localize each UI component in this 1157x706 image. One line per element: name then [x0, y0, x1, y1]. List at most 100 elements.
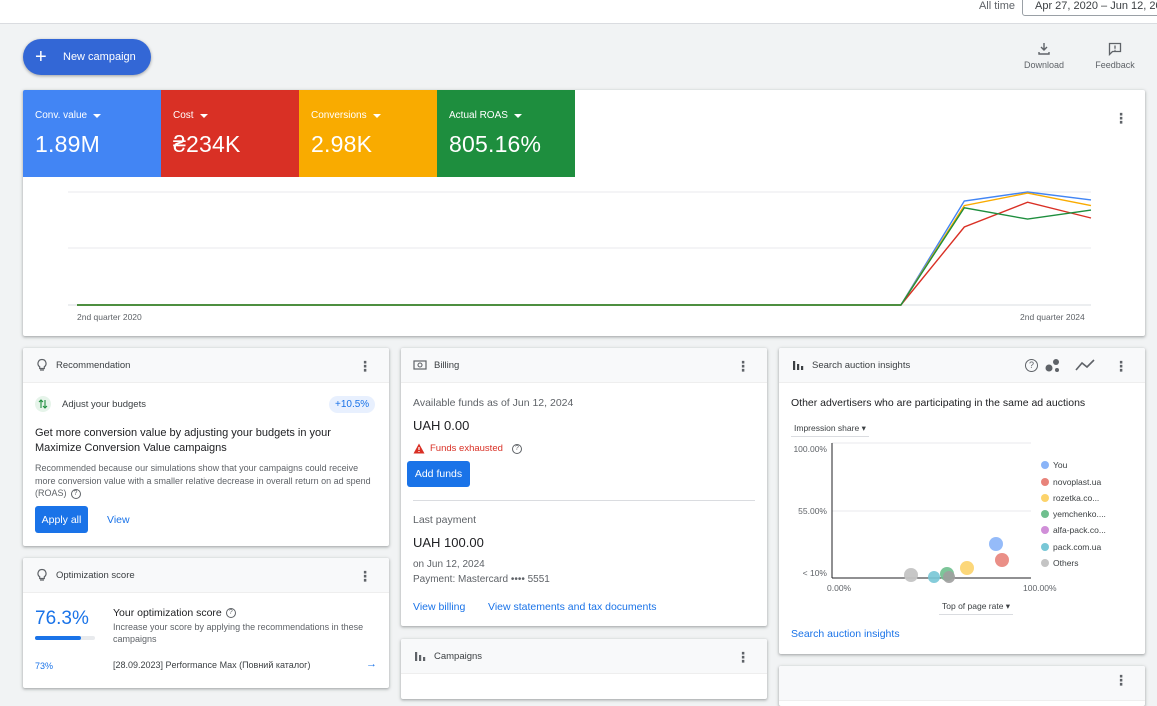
legend-yemchenko[interactable]: yemchenko.... [1041, 509, 1106, 519]
legend-alfa-pack[interactable]: alfa-pack.co... [1041, 525, 1106, 535]
dropdown-icon [199, 113, 208, 118]
legend-label: novoplast.ua [1053, 477, 1102, 487]
card-title: Campaigns [434, 651, 483, 662]
line-chart-icon[interactable] [1075, 358, 1095, 372]
campaign-score: 73% [35, 661, 54, 671]
bubble-chart-icon[interactable] [1044, 357, 1062, 373]
legend-you[interactable]: You [1041, 460, 1067, 470]
x-axis-start-label: 2nd quarter 2020 [77, 312, 142, 322]
uplift-badge: +10.5% [329, 396, 376, 413]
auction-insights-link[interactable]: Search auction insights [791, 628, 900, 640]
apply-all-button[interactable]: Apply all [35, 506, 88, 533]
more-options-icon[interactable]: ⋮ [735, 358, 751, 374]
billing-icon [413, 360, 427, 370]
warning-icon [413, 443, 425, 454]
view-billing-link[interactable]: View billing [413, 601, 465, 613]
more-options-icon[interactable]: ⋮ [1113, 672, 1129, 688]
download-button[interactable]: Download [1014, 42, 1074, 70]
more-options-icon[interactable]: ⋮ [357, 358, 373, 374]
score-bar-fill [35, 636, 81, 640]
metric-value: 2.98K [311, 131, 373, 157]
available-funds-label: Available funds as of Jun 12, 2024 [413, 397, 574, 409]
arrow-right-icon[interactable]: → [366, 658, 377, 670]
x-metric-label: Top of page rate [942, 601, 1004, 611]
bubble-novoplast[interactable] [995, 553, 1009, 567]
x-tick-label: 0.00% [827, 583, 852, 593]
series-line-1 [77, 201, 1092, 306]
y-metric-label: Impression share [794, 423, 860, 433]
more-options-icon[interactable]: ⋮ [1113, 358, 1129, 374]
bubble-you[interactable] [989, 537, 1003, 551]
add-funds-button[interactable]: Add funds [407, 461, 470, 487]
view-link[interactable]: View [107, 514, 130, 526]
legend-dot [1041, 478, 1049, 486]
help-icon[interactable]: ? [70, 488, 81, 499]
download-label: Download [1023, 60, 1065, 70]
recommendation-item: Adjust your budgets [62, 399, 146, 410]
more-options-icon[interactable]: ⋮ [357, 568, 373, 584]
range-label: All time [978, 0, 1015, 12]
view-statements-link[interactable]: View statements and tax documents [488, 601, 656, 613]
y-metric-dropdown[interactable]: Impression share ▾ [791, 423, 869, 437]
help-icon[interactable]: ? [1025, 359, 1038, 372]
bar-chart-icon [793, 361, 804, 370]
funds-warning: Funds exhausted ? [413, 443, 522, 454]
x-metric-dropdown[interactable]: Top of page rate ▾ [939, 601, 1014, 615]
card-title: Search auction insights [812, 360, 911, 371]
last-payment-amount: UAH 100.00 [413, 535, 484, 550]
dropdown-icon [372, 113, 381, 118]
feedback-label: Feedback [1095, 60, 1135, 70]
metric-label: Actual ROAS [449, 110, 508, 121]
download-icon [1038, 43, 1050, 55]
feedback-button[interactable]: Feedback [1085, 42, 1145, 70]
optimization-heading: Your optimization score? [113, 607, 236, 619]
legend-dot [1041, 494, 1049, 502]
payment-method: Payment: Mastercard •••• 5551 [413, 574, 550, 585]
date-range-picker[interactable]: Apr 27, 2020 – Jun 12, 2024 [1022, 0, 1157, 16]
legend-rozetka[interactable]: rozetka.co... [1041, 493, 1099, 503]
more-options-icon[interactable]: ⋮ [735, 649, 751, 665]
card-header: ⋮ [779, 666, 1145, 701]
campaign-name[interactable]: [28.09.2023] Performance Max (Повний кат… [113, 660, 310, 670]
optimization-score-card: Optimization score ⋮ 76.3% Your optimiza… [23, 558, 389, 688]
legend-dot [1041, 510, 1049, 518]
metric-tile-conversions[interactable]: Conversions 2.98K [299, 90, 437, 177]
bubble-others-2[interactable] [943, 571, 955, 583]
legend-dot [1041, 543, 1049, 551]
lightbulb-icon [37, 358, 47, 371]
y-tick-label: < 10% [803, 568, 828, 578]
divider [413, 500, 755, 501]
metric-label: Cost [173, 110, 194, 121]
help-icon[interactable]: ? [225, 608, 236, 619]
metric-label: Conv. value [35, 110, 88, 121]
metric-value: 1.89M [35, 131, 100, 157]
bar-chart-icon [415, 652, 426, 661]
billing-card: Billing ⋮ Available funds as of Jun 12, … [401, 348, 767, 626]
new-campaign-label: New campaign [63, 51, 136, 63]
lightbulb-icon [37, 568, 47, 581]
legend-label: You [1053, 460, 1068, 470]
bubble-pack[interactable] [928, 571, 940, 583]
legend-label: pack.com.ua [1053, 542, 1102, 552]
metric-tile-conv-value[interactable]: Conv. value 1.89M [23, 90, 161, 177]
new-campaign-button[interactable]: + New campaign [23, 39, 151, 75]
metric-value: ₴234K [173, 131, 241, 157]
card-title: Optimization score [56, 570, 135, 581]
legend-pack[interactable]: pack.com.ua [1041, 542, 1101, 552]
help-icon[interactable]: ? [511, 443, 522, 454]
legend-label: alfa-pack.co... [1053, 525, 1106, 535]
metric-tile-actual-roas[interactable]: Actual ROAS 805.16% [437, 90, 575, 177]
bubble-others[interactable] [904, 568, 918, 582]
legend-others[interactable]: Others [1041, 558, 1079, 568]
plus-icon: + [35, 46, 47, 68]
heading-text: Your optimization score [113, 607, 222, 619]
recommendation-headline: Get more conversion value by adjusting y… [35, 427, 331, 454]
more-options-icon[interactable]: ⋮ [1113, 110, 1129, 126]
legend-novoplast[interactable]: novoplast.ua [1041, 477, 1101, 487]
auction-subtitle: Other advertisers who are participating … [791, 397, 1086, 409]
x-tick-label: 100.00% [1023, 583, 1057, 593]
card-header: Search auction insights ? ⋮ [779, 348, 1145, 383]
bubble-rozetka[interactable] [960, 561, 974, 575]
metric-tile-cost[interactable]: Cost ₴234K [161, 90, 299, 177]
recommendation-card: Recommendation ⋮ Adjust your budgets +10… [23, 348, 389, 546]
